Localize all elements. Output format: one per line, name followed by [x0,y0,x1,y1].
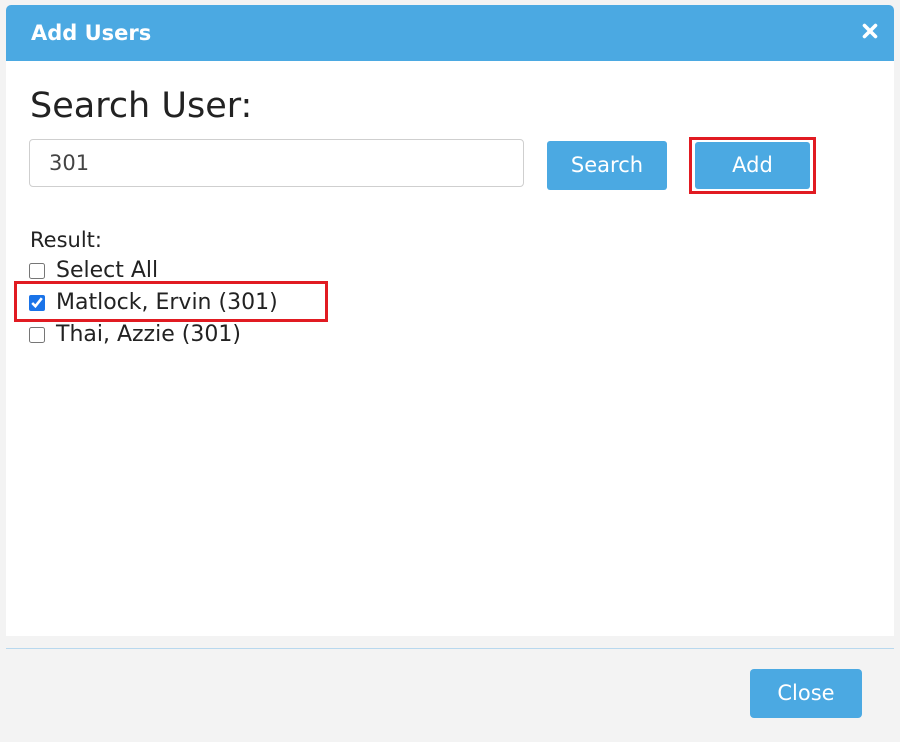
search-heading: Search User: [30,86,253,126]
user-checkbox[interactable] [29,295,45,311]
user-checkbox[interactable] [29,327,45,343]
search-input[interactable] [29,139,524,187]
dialog-body: Search User: Search Add Result: Select A… [6,61,894,636]
footer-divider [6,648,894,649]
add-users-dialog: Add Users Search User: Search Add Result… [0,0,900,742]
user-label: Matlock, Ervin (301) [56,290,278,315]
add-button[interactable]: Add [695,142,810,189]
close-icon[interactable] [858,19,882,43]
user-label: Thai, Azzie (301) [56,322,241,347]
dialog-title: Add Users [31,21,152,45]
search-button[interactable]: Search [547,141,667,190]
select-all-checkbox[interactable] [29,263,45,279]
dialog-titlebar: Add Users [6,5,894,61]
close-button[interactable]: Close [750,669,862,718]
list-item[interactable]: Matlock, Ervin (301) [28,288,278,318]
list-item[interactable]: Thai, Azzie (301) [28,320,241,350]
result-label: Result: [30,228,102,252]
